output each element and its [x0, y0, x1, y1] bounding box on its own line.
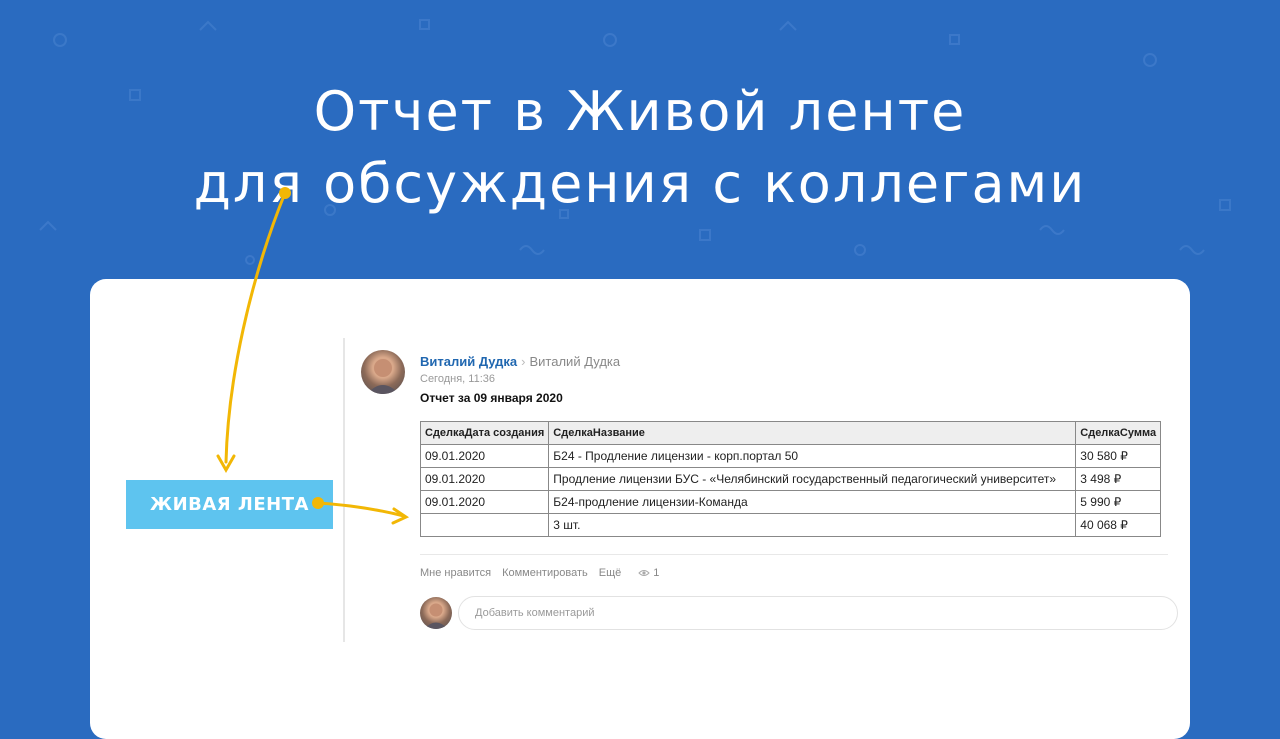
headline-line-2: для обсуждения с коллегами — [193, 152, 1087, 215]
post-title: Отчет за 09 января 2020 — [420, 391, 563, 405]
commenter-avatar — [420, 597, 452, 629]
table-row: 09.01.2020 Б24-продление лицензии-Команд… — [419, 490, 1162, 514]
table-cell: 40 068 ₽ — [1075, 513, 1162, 537]
table-row: 09.01.2020 Продление лицензии БУС - «Чел… — [419, 467, 1162, 491]
table-cell — [419, 513, 550, 537]
post-author-line: Виталий Дудка › Виталий Дудка — [420, 354, 620, 369]
table-cell: Б24 - Продление лицензии - корп.портал 5… — [548, 444, 1077, 468]
table-cell: 30 580 ₽ — [1075, 444, 1162, 468]
table-cell: 09.01.2020 — [419, 467, 550, 491]
feed-divider — [343, 338, 345, 642]
table-cell: Продление лицензии БУС - «Челябинский го… — [548, 467, 1077, 491]
like-link[interactable]: Мне нравится — [420, 567, 491, 579]
table-total-row: 3 шт. 40 068 ₽ — [419, 513, 1162, 537]
table-header-row: СделкаДата создания СделкаНазвание Сделк… — [419, 421, 1162, 445]
comment-input[interactable]: Добавить комментарий — [458, 596, 1178, 630]
headline: Отчет в Живой ленте для обсуждения с кол… — [0, 76, 1280, 220]
table-cell: 3 498 ₽ — [1075, 467, 1162, 491]
post-separator — [420, 554, 1168, 555]
table-cell: 3 шт. — [548, 513, 1077, 537]
eye-icon — [638, 570, 650, 576]
author-avatar[interactable] — [361, 350, 405, 394]
report-table: СделкаДата создания СделкаНазвание Сделк… — [419, 421, 1162, 537]
views-count: 1 — [653, 567, 660, 579]
table-cell: 09.01.2020 — [419, 490, 550, 514]
table-row: 09.01.2020 Б24 - Продление лицензии - ко… — [419, 444, 1162, 468]
more-link[interactable]: Ещё — [599, 567, 622, 579]
views-counter: 1 — [638, 567, 659, 579]
column-header: СделкаНазвание — [548, 421, 1077, 445]
column-header: СделкаДата создания — [419, 421, 550, 445]
chevron-right-icon: › — [521, 354, 526, 369]
comment-link[interactable]: Комментировать — [502, 567, 588, 579]
column-header: СделкаСумма — [1075, 421, 1162, 445]
author-link[interactable]: Виталий Дудка — [420, 354, 517, 369]
live-feed-button[interactable]: ЖИВАЯ ЛЕНТА — [126, 480, 333, 529]
post-actions: Мне нравится Комментировать Ещё 1 — [420, 567, 659, 579]
headline-line-1: Отчет в Живой ленте — [313, 80, 967, 143]
recipient-name[interactable]: Виталий Дудка — [530, 354, 621, 369]
table-cell: 09.01.2020 — [419, 444, 550, 468]
table-cell: Б24-продление лицензии-Команда — [548, 490, 1077, 514]
post-time: Сегодня, 11:36 — [420, 373, 495, 385]
table-cell: 5 990 ₽ — [1075, 490, 1162, 514]
